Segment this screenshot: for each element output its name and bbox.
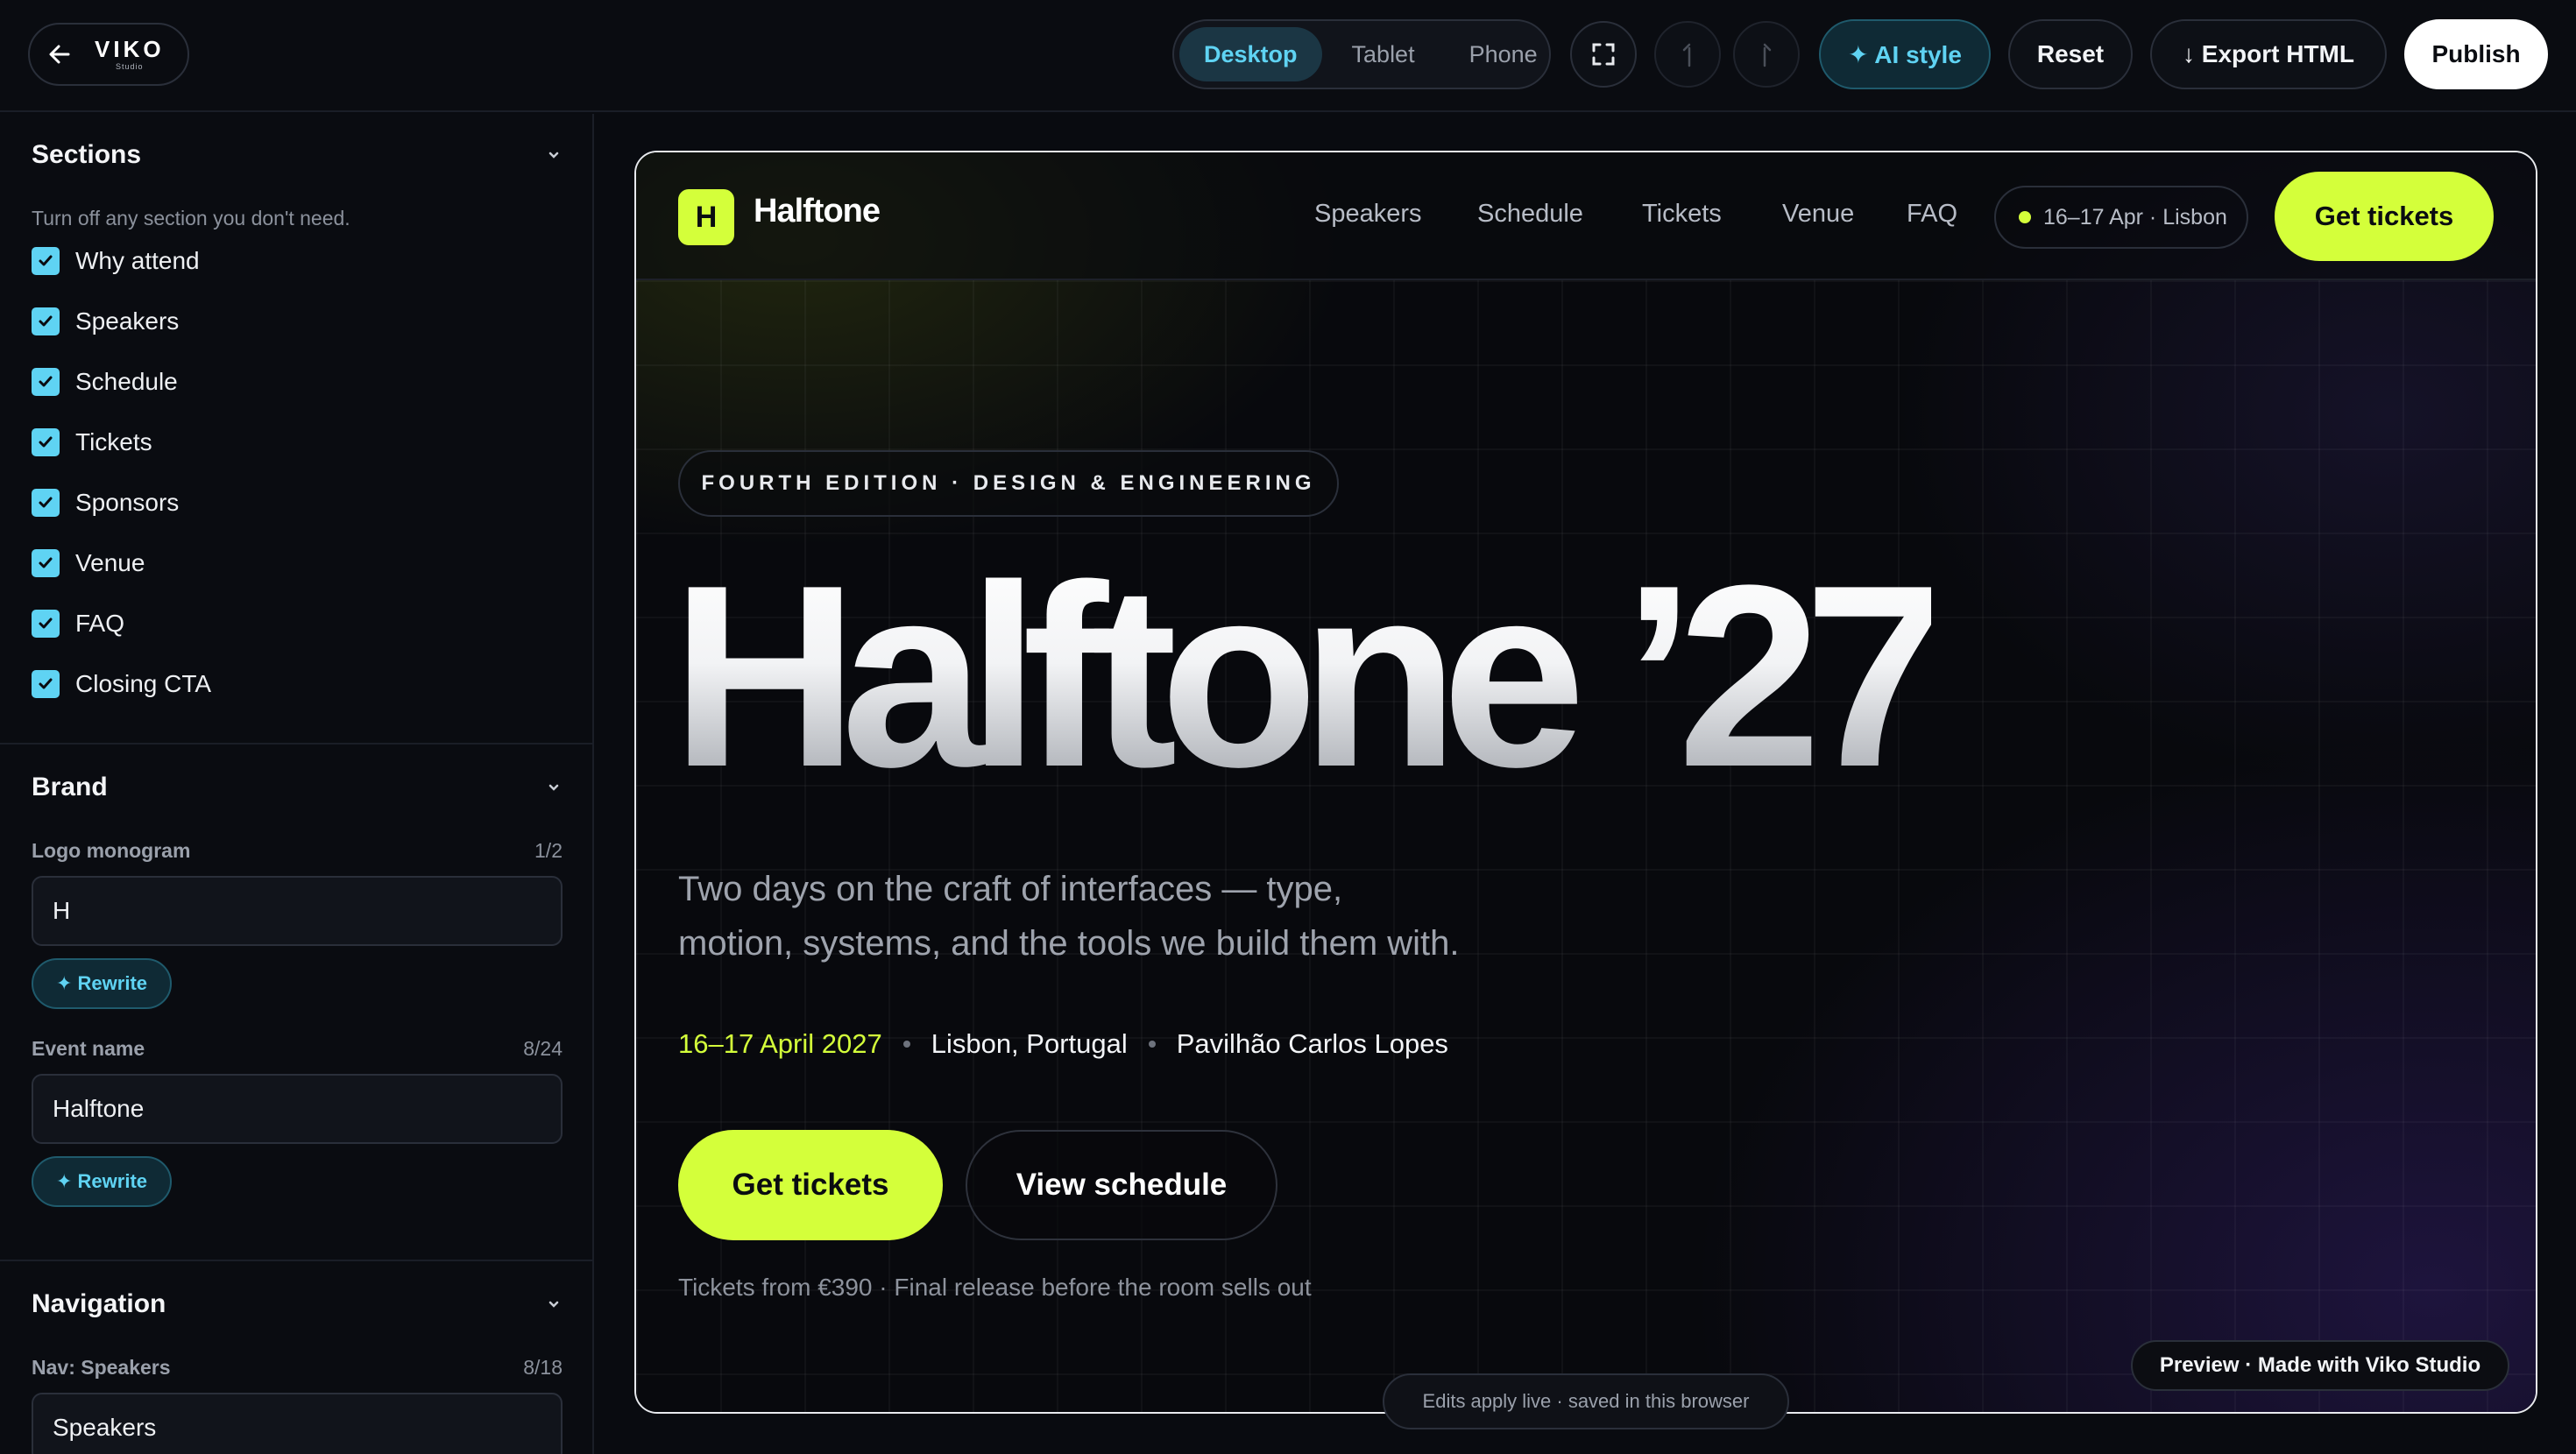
section-toggle-closing-cta[interactable]: Closing CTA [32,670,211,698]
device-switcher: Desktop Tablet Phone [1172,19,1551,89]
section-toggle-label: Why attend [75,247,200,274]
checkbox-checked-icon[interactable] [32,489,60,517]
sections-panel: Sections Turn off any section you don't … [0,114,592,745]
made-with-badge[interactable]: Preview · Made with Viko Studio [2131,1340,2509,1391]
rewrite-event-name-button[interactable]: ✦ Rewrite [32,1156,172,1207]
bullet-dot-icon [902,1041,910,1048]
hero-eyebrow-badge: FOURTH EDITION · DESIGN & ENGINEERING [678,450,1339,517]
bullet-dot-icon [1148,1041,1156,1048]
event-meta-date: 16–17 April 2027 [678,1028,882,1059]
brand-panel-title: Brand [32,773,108,801]
checkbox-checked-icon[interactable] [32,610,60,638]
undo-icon [1682,43,1691,67]
logo-monogram-label-text: Logo monogram [32,839,191,862]
section-toggle-label: Schedule [75,368,178,395]
nav-link-schedule[interactable]: Schedule [1477,200,1583,229]
top-toolbar: VIKO Studio Desktop Tablet Phone ✦ AI st… [0,0,2576,112]
sections-hint: Turn off any section you don't need. [32,207,350,229]
sections-panel-title: Sections [32,140,142,169]
section-toggle-faq[interactable]: FAQ [32,610,124,638]
event-date-pill-text: 16–17 Apr · Lisbon [2043,204,2227,229]
site-navbar: H Halftone Speakers Schedule Tickets Ven… [636,152,2536,280]
chevron-down-icon [548,784,559,791]
device-tablet-button[interactable]: Tablet [1327,27,1440,81]
device-phone-button[interactable]: Phone [1445,27,1562,81]
section-toggle-label: Venue [75,549,145,576]
section-toggle-label: Tickets [75,428,152,455]
nav-speakers-input[interactable]: Speakers [32,1393,563,1454]
logo-monogram-input[interactable]: H [32,876,563,946]
section-toggle-why-attend[interactable]: Why attend [32,247,200,275]
back-to-dashboard-button[interactable]: VIKO Studio [28,23,189,86]
nav-link-venue[interactable]: Venue [1782,200,1854,229]
chevron-down-icon [548,152,559,159]
reset-button[interactable]: Reset [2008,19,2133,89]
app-brand-sub: Studio [116,62,144,71]
redo-button[interactable] [1733,21,1800,88]
checkbox-checked-icon[interactable] [32,247,60,275]
event-date-pill: 16–17 Apr · Lisbon [1994,186,2248,249]
section-toggle-label: Sponsors [75,489,180,516]
ai-style-button[interactable]: ✦ AI style [1819,19,1991,89]
section-toggle-venue[interactable]: Venue [32,549,145,577]
checkbox-checked-icon[interactable] [32,428,60,456]
site-logo-mark[interactable]: H [678,189,734,245]
logo-monogram-count: 1/2 [534,839,563,862]
checkbox-checked-icon[interactable] [32,368,60,396]
section-toggle-label: FAQ [75,610,125,637]
nav-link-faq[interactable]: FAQ [1907,200,1957,229]
ticket-price-note: Tickets from €390 · Final release before… [678,1274,1312,1301]
event-name-input[interactable]: Halftone [32,1074,563,1144]
chevron-down-icon [548,1301,559,1308]
redo-icon [1763,43,1772,67]
publish-button[interactable]: Publish [2404,19,2548,89]
nav-get-tickets-button[interactable]: Get tickets [2275,172,2494,261]
nav-link-speakers[interactable]: Speakers [1314,200,1422,229]
event-meta-row: 16–17 April 2027 Lisbon, Portugal Pavilh… [678,1028,1448,1060]
nav-speakers-label: Nav: Speakers 8/18 [32,1356,563,1380]
live-dot-icon [2019,211,2031,223]
hero-title: Halftone ’27 [671,531,1949,821]
checkbox-checked-icon[interactable] [32,307,60,335]
section-toggle-label: Closing CTA [75,670,212,697]
checkbox-checked-icon[interactable] [32,549,60,577]
brand-panel-header[interactable]: Brand [32,773,563,802]
checkbox-checked-icon[interactable] [32,670,60,698]
nav-speakers-label-text: Nav: Speakers [32,1356,171,1379]
export-html-button[interactable]: ↓ Export HTML [2150,19,2387,89]
site-logo-name[interactable]: Halftone [754,193,881,230]
sections-panel-header[interactable]: Sections [32,140,563,170]
section-toggle-sponsors[interactable]: Sponsors [32,489,179,517]
site-preview-frame: H Halftone Speakers Schedule Tickets Ven… [634,151,2537,1414]
event-meta-venue: Pavilhão Carlos Lopes [1176,1028,1448,1059]
logo-monogram-label: Logo monogram 1/2 [32,839,563,863]
autosave-status-toast: Edits apply live · saved in this browser [1383,1373,1789,1429]
section-toggle-tickets[interactable]: Tickets [32,428,152,456]
event-meta-city: Lisbon, Portugal [931,1028,1128,1059]
section-toggle-speakers[interactable]: Speakers [32,307,179,335]
nav-speakers-count: 8/18 [523,1356,563,1379]
app-logo: VIKO Studio [95,38,165,71]
editor-sidebar: Sections Turn off any section you don't … [0,114,594,1454]
device-desktop-button[interactable]: Desktop [1179,27,1322,81]
section-toggle-label: Speakers [75,307,180,335]
navigation-panel: Navigation Nav: Speakers 8/18 Speakers [0,1261,592,1454]
section-toggle-schedule[interactable]: Schedule [32,368,178,396]
hero-view-schedule-button[interactable]: View schedule [966,1130,1277,1240]
event-name-count: 8/24 [523,1037,563,1060]
hero-subtitle: Two days on the craft of interfaces — ty… [678,870,1460,963]
app-brand-name: VIKO [95,36,165,62]
event-name-label-text: Event name [32,1037,145,1060]
rewrite-logo-button[interactable]: ✦ Rewrite [32,958,172,1009]
hero-get-tickets-button[interactable]: Get tickets [678,1130,943,1240]
nav-link-tickets[interactable]: Tickets [1642,200,1722,229]
fullscreen-icon [1592,43,1615,66]
navigation-panel-title: Navigation [32,1289,166,1318]
fullscreen-button[interactable] [1570,21,1637,88]
arrow-left-icon [49,45,70,64]
brand-panel: Brand Logo monogram 1/2 H ✦ Rewrite Even… [0,745,592,1261]
event-name-label: Event name 8/24 [32,1037,563,1061]
undo-button[interactable] [1654,21,1721,88]
navigation-panel-header[interactable]: Navigation [32,1289,563,1319]
